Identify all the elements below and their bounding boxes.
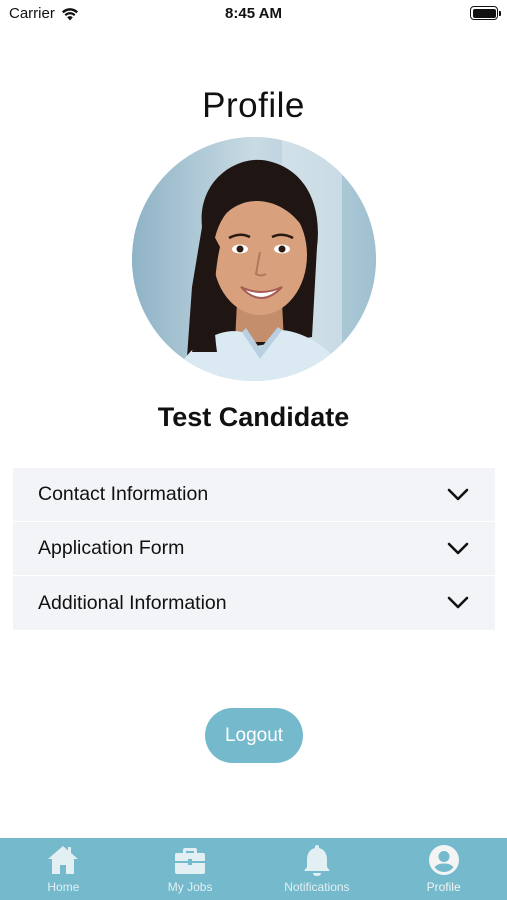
tab-my-jobs[interactable]: My Jobs	[127, 838, 254, 900]
candidate-name: Test Candidate	[157, 402, 350, 432]
bell-icon	[303, 845, 330, 876]
chevron-down-icon[interactable]	[447, 596, 469, 610]
section-application-form[interactable]: Application Form	[13, 522, 495, 576]
status-time: 8:45 AM	[225, 5, 282, 22]
section-label: Application Form	[38, 537, 185, 559]
user-circle-icon	[428, 845, 459, 875]
home-icon	[48, 846, 79, 874]
bottom-tab-bar: Home My Jobs Notifications Profile	[0, 838, 507, 900]
section-label: Additional Information	[38, 591, 227, 614]
logout-button[interactable]: Logout	[205, 708, 303, 763]
tab-home[interactable]: Home	[0, 838, 127, 900]
section-additional-information[interactable]: Additional Information	[13, 576, 495, 630]
page-title: Profile	[202, 86, 305, 125]
tab-label: Profile	[426, 880, 461, 894]
tab-label: Notifications	[284, 880, 350, 894]
tab-label: My Jobs	[167, 880, 213, 894]
tab-profile[interactable]: Profile	[380, 838, 507, 900]
chevron-down-icon[interactable]	[447, 542, 469, 556]
section-contact-information[interactable]: Contact Information	[13, 468, 495, 522]
tab-label: Home	[47, 880, 80, 894]
briefcase-icon	[175, 848, 206, 874]
status-bar: Carrier 8:45 AM	[0, 0, 507, 28]
chevron-down-icon[interactable]	[447, 488, 469, 502]
profile-sections: Contact Information Application Form Add…	[13, 468, 495, 630]
section-label: Contact Information	[38, 483, 209, 505]
profile-photo	[132, 137, 376, 381]
battery-icon	[470, 6, 501, 20]
avatar	[132, 137, 376, 381]
tab-notifications[interactable]: Notifications	[254, 838, 381, 900]
